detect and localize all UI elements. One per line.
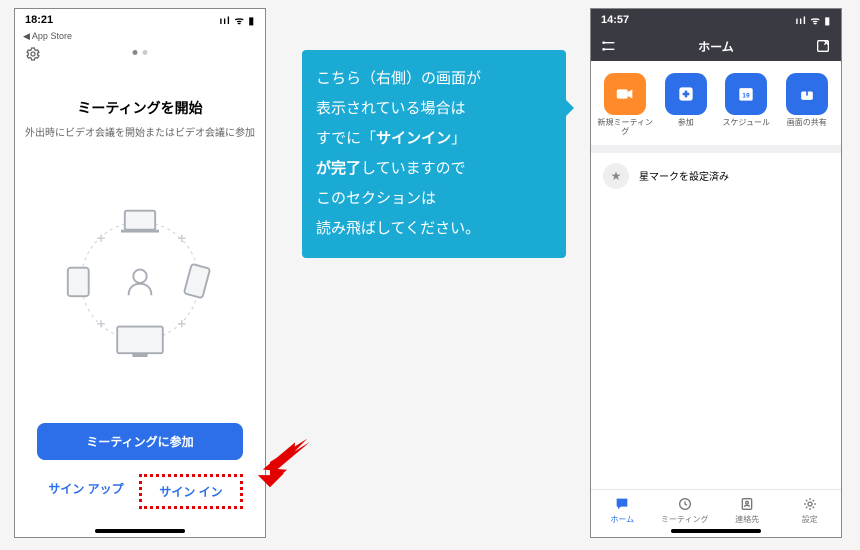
starred-row[interactable]: ★ 星マークを設定済み bbox=[591, 153, 841, 199]
illustration bbox=[15, 139, 265, 423]
home-topbar: ホーム bbox=[591, 31, 841, 61]
callout-bold: サインイン bbox=[376, 130, 451, 147]
phone-left: 18:21 ııl ᯤ ▮ ◀ App Store ミーティングを開始 外出時に… bbox=[14, 8, 266, 538]
home-indicator bbox=[671, 529, 761, 533]
welcome-title: ミーティングを開始 bbox=[15, 98, 265, 118]
action-new-meeting[interactable]: 新規ミーティング bbox=[595, 73, 656, 137]
contacts-icon bbox=[738, 496, 756, 512]
back-to-appstore[interactable]: ◀ App Store bbox=[15, 31, 265, 44]
svg-text:19: 19 bbox=[743, 92, 751, 99]
status-bar: 14:57 ııl ᯤ ▮ bbox=[591, 9, 841, 31]
compose-icon[interactable] bbox=[815, 38, 831, 54]
status-indicators-icon: ııl ᯤ ▮ bbox=[219, 13, 255, 27]
list-icon[interactable] bbox=[601, 38, 617, 54]
devices-illustration-icon bbox=[45, 186, 235, 376]
status-time: 18:21 bbox=[25, 14, 53, 26]
status-time: 14:57 bbox=[601, 14, 629, 26]
callout-line: このセクションは bbox=[316, 190, 436, 207]
left-header bbox=[15, 44, 265, 68]
home-indicator bbox=[95, 529, 185, 533]
tab-home[interactable]: ホーム bbox=[591, 496, 654, 525]
tab-settings[interactable]: 設定 bbox=[779, 496, 842, 525]
action-row: 新規ミーティング 参加 19 スケジュール 画面の共有 bbox=[591, 61, 841, 145]
chat-icon bbox=[613, 496, 631, 512]
status-indicators-icon: ııl ᯤ ▮ bbox=[795, 13, 831, 27]
action-schedule[interactable]: 19 スケジュール bbox=[716, 73, 777, 137]
topbar-title: ホーム bbox=[617, 38, 815, 55]
status-bar: 18:21 ııl ᯤ ▮ bbox=[15, 9, 265, 31]
auth-row: サイン アップ サイン イン bbox=[37, 474, 243, 509]
callout-line: 表示されている場合は bbox=[316, 100, 466, 117]
callout-line: 」 bbox=[451, 130, 466, 147]
callout-bold: が完了 bbox=[316, 160, 361, 177]
video-icon bbox=[604, 73, 646, 115]
plus-icon bbox=[665, 73, 707, 115]
callout-line: 読み飛ばしてください。 bbox=[316, 220, 480, 237]
signup-button[interactable]: サイン アップ bbox=[37, 474, 135, 509]
star-icon: ★ bbox=[603, 163, 629, 189]
tab-meetings[interactable]: ミーティング bbox=[654, 496, 717, 525]
settings-gear-icon[interactable] bbox=[25, 46, 41, 62]
join-meeting-button[interactable]: ミーティングに参加 bbox=[37, 423, 243, 460]
bottom-tabbar: ホーム ミーティング 連絡先 設定 bbox=[591, 489, 841, 529]
section-divider bbox=[591, 145, 841, 153]
welcome-subtitle: 外出時にビデオ会議を開始またはビデオ会議に参加 bbox=[15, 124, 265, 139]
callout-line: すでに「 bbox=[316, 130, 376, 147]
share-up-icon bbox=[786, 73, 828, 115]
calendar-icon: 19 bbox=[725, 73, 767, 115]
action-share[interactable]: 画面の共有 bbox=[777, 73, 838, 137]
callout-bubble: こちら（右側）の画面が 表示されている場合は すでに「サインイン」 が完了してい… bbox=[302, 50, 566, 258]
page-dots bbox=[133, 50, 148, 55]
callout-line: こちら（右側）の画面が bbox=[316, 70, 481, 87]
clock-icon bbox=[676, 496, 694, 512]
phone-right: 14:57 ııl ᯤ ▮ ホーム 新規ミーティング 参加 19 スケジュール bbox=[590, 8, 842, 538]
signin-button[interactable]: サイン イン bbox=[139, 474, 243, 509]
tab-contacts[interactable]: 連絡先 bbox=[716, 496, 779, 525]
red-arrow-icon bbox=[256, 434, 312, 490]
callout-line: していますので bbox=[361, 160, 466, 177]
starred-label: 星マークを設定済み bbox=[639, 168, 729, 183]
action-join[interactable]: 参加 bbox=[656, 73, 717, 137]
gear-icon bbox=[801, 496, 819, 512]
